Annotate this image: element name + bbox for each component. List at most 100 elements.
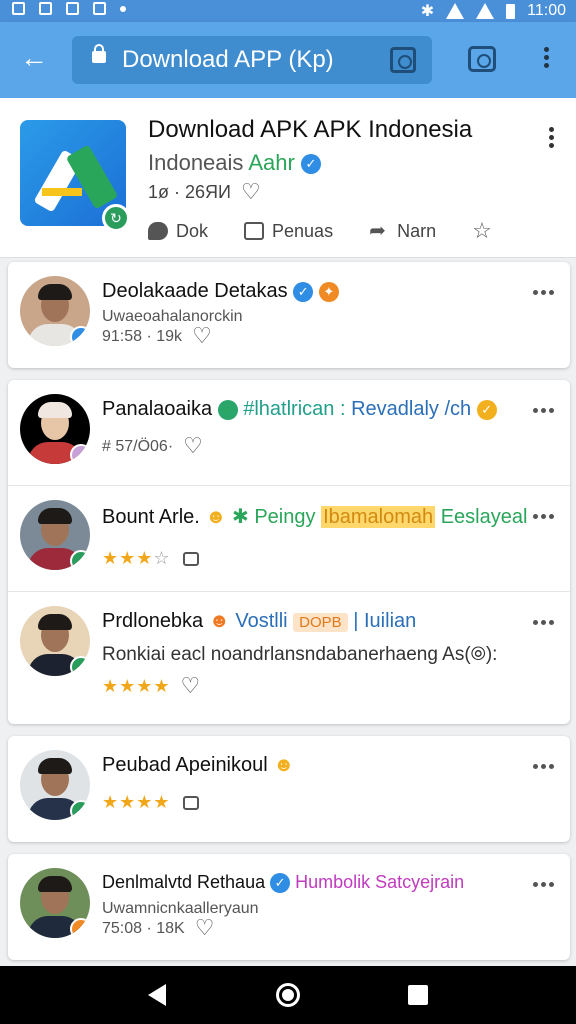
status-bar: ✱ 11:00 [0, 0, 576, 22]
system-nav-bar [0, 966, 576, 1024]
heart-icon[interactable] [192, 323, 212, 349]
signal-icon [476, 3, 495, 19]
app-header: ↻ Download APK APK Indonesia Indoneais A… [0, 98, 576, 258]
heart-icon[interactable] [195, 915, 215, 941]
verified-badge-icon: ✓ [70, 550, 90, 570]
address-bar[interactable]: Download APP (Kp) [72, 36, 432, 84]
list-item[interactable]: ✓ Prdlonebka ☻ Vostlli DOPB | Iuilian Ro… [8, 592, 570, 724]
verified-icon: ✓ [300, 154, 321, 175]
row-title: Peubad Apeinikoul ☻ [102, 754, 295, 776]
heart-icon[interactable] [181, 673, 202, 699]
notification-icon [93, 2, 106, 15]
emoji-badge-icon: ✓ [70, 918, 90, 938]
emoji-icon: ☻ [205, 506, 227, 528]
star-badge-icon: ✦ [318, 281, 339, 302]
row-meta: 91:58 · 19k [102, 323, 212, 349]
list-item[interactable]: ✓ Bount Arle. ☻ ✱ Peingy Ibamalomah Eesl… [8, 486, 570, 592]
review-card: ✓ Peubad Apeinikoul ☻ ★★★★ [8, 736, 570, 842]
row-subtitle: Ronkiai eacl noandrlansndabanerhaeng As(… [102, 644, 498, 665]
row-meta: 75:08 · 18K [102, 915, 215, 941]
more-options-icon[interactable] [533, 408, 554, 413]
review-card: ✓ Deolakaade Detakas ✓ ✦ Uwaeoahalanorck… [8, 262, 570, 368]
action-row: Dok Penuas ➦ Narn ☆ [148, 216, 548, 246]
notification-icon [66, 2, 79, 15]
url-text: Download APP (Kp) [122, 46, 334, 73]
review-list: ✓ Deolakaade Detakas ✓ ✦ Uwaeoahalanorck… [8, 262, 570, 972]
nav-home-icon[interactable] [276, 983, 300, 1007]
favorite-button[interactable]: ☆ [472, 216, 492, 246]
rating-stars: ★★★☆ [102, 548, 199, 569]
camera-icon[interactable] [390, 47, 416, 73]
browser-toolbar: ← Download APP (Kp) [0, 22, 576, 98]
avatar[interactable]: ✓ [20, 750, 90, 820]
sparkle-icon: ✱ [232, 506, 249, 528]
app-title: Download APK APK Indonesia [148, 116, 473, 143]
nav-back-icon[interactable] [148, 984, 166, 1006]
more-options-icon[interactable] [533, 290, 554, 295]
avatar[interactable]: ✓ [20, 606, 90, 676]
verified-badge-icon: ✓ [70, 326, 90, 346]
share-button[interactable]: ➦ Narn [369, 216, 436, 246]
avatar[interactable]: ✓ [20, 500, 90, 570]
app-meta: 1ø · 26ЯИ [148, 179, 261, 205]
verified-icon: ✓ [293, 281, 314, 302]
review-card: ✓ Denlmalvtd Rethaua ✓ Humbolik Satcyejr… [8, 854, 570, 960]
row-meta: # 57/Ö06· [102, 433, 203, 459]
comment-button[interactable]: Dok [148, 216, 208, 246]
lock-icon [92, 44, 106, 63]
review-card: ✓ Panalaoaika ✓ #lhatlrican : Revadlaly … [8, 380, 570, 724]
avatar[interactable]: ✓ [20, 394, 90, 464]
emoji-icon: ☻ [208, 610, 230, 632]
verified-badge-icon: ✓ [70, 800, 90, 820]
notification-dot-icon [120, 5, 126, 12]
overflow-menu-icon[interactable] [536, 44, 556, 76]
more-options-icon[interactable] [533, 882, 554, 887]
row-title: Prdlonebka ☻ Vostlli DOPB | Iuilian [102, 610, 417, 632]
back-arrow-icon[interactable]: ← [18, 42, 50, 74]
notification-icon [39, 2, 52, 15]
tabs-icon[interactable] [468, 46, 496, 72]
more-options-icon[interactable] [549, 124, 554, 151]
comment-icon [148, 222, 168, 240]
star-outline-icon: ☆ [472, 218, 492, 243]
list-item[interactable]: ✓ Denlmalvtd Rethaua ✓ Humbolik Satcyejr… [8, 854, 570, 960]
avatar[interactable]: ✓ [20, 276, 90, 346]
bluetooth-icon: ✱ [420, 3, 435, 20]
list-item[interactable]: ✓ Panalaoaika ✓ #lhatlrican : Revadlaly … [8, 380, 570, 486]
share-arrow-icon: ➦ [369, 220, 386, 242]
emoji-icon: ☻ [273, 754, 295, 776]
list-item[interactable]: ✓ Peubad Apeinikoul ☻ ★★★★ [8, 736, 570, 842]
clock: 11:00 [527, 2, 566, 19]
row-title: Bount Arle. ☻ ✱ Peingy Ibamalomah Eeslay… [102, 506, 528, 528]
avatar[interactable]: ✓ [20, 868, 90, 938]
more-options-icon[interactable] [533, 764, 554, 769]
developer-name[interactable]: Indoneais Aahr ✓ [148, 150, 321, 176]
more-options-icon[interactable] [533, 620, 554, 625]
rating-stars: ★★★★ [102, 792, 199, 813]
refresh-badge-icon: ↻ [102, 204, 130, 232]
nav-recents-icon[interactable] [408, 985, 428, 1005]
more-options-icon[interactable] [533, 514, 554, 519]
check-badge-icon: ✓ [476, 399, 497, 420]
screen-button[interactable]: Penuas [244, 216, 333, 246]
row-title: Denlmalvtd Rethaua ✓ Humbolik Satcyejrai… [102, 872, 465, 894]
wifi-icon [446, 3, 465, 19]
rating-stars: ★★★★ [102, 673, 202, 699]
share-icon[interactable] [182, 796, 199, 811]
heart-icon[interactable] [183, 433, 203, 459]
screen-icon [244, 222, 265, 240]
app-logo: ↻ [20, 120, 130, 232]
row-title: Deolakaade Detakas ✓ ✦ [102, 280, 339, 303]
share-icon[interactable] [182, 552, 199, 567]
row-subtitle: Uwaeoahalanorckin [102, 308, 243, 325]
row-title: Panalaoaika ✓ #lhatlrican : Revadlaly /c… [102, 398, 497, 421]
verified-icon: ✓ [270, 873, 291, 894]
list-item[interactable]: ✓ Deolakaade Detakas ✓ ✦ Uwaeoahalanorck… [8, 262, 570, 368]
notification-icon [12, 2, 25, 15]
verified-badge-icon: ✓ [70, 656, 90, 676]
verified-icon: ✓ [217, 399, 238, 420]
battery-icon [506, 3, 516, 19]
heart-icon[interactable] [241, 179, 261, 205]
badge-icon: ✓ [70, 444, 90, 464]
row-subtitle: Uwamnicnkaalleryaun [102, 900, 259, 917]
